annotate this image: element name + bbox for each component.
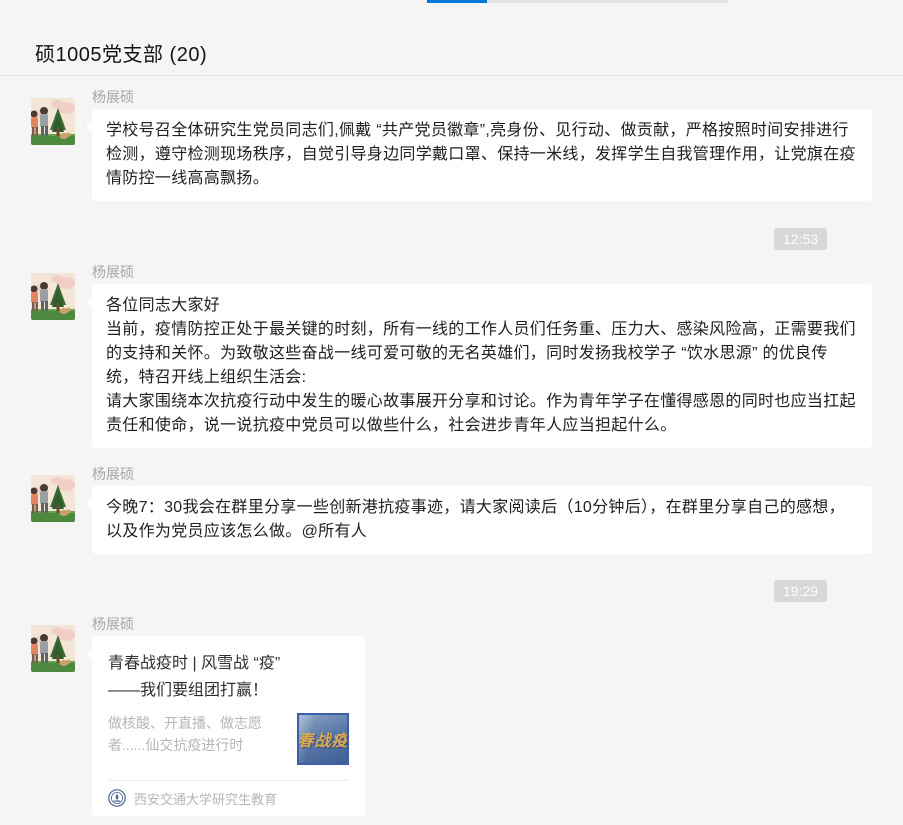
avatar[interactable] [31,98,75,145]
sender-name: 杨展硕 [92,263,872,281]
avatar-illustration [31,625,75,672]
message-bubble: 今晚7：30我会在群里分享一些创新港抗疫事迹，请大家阅读后（10分钟后），在群里… [92,486,872,554]
top-scroll-indicator [427,0,487,3]
avatar-illustration [31,475,75,522]
timestamp-badge: 19:29 [774,580,827,602]
article-title: 青春战疫时 | 风雪战 “疫” ——我们要组团打赢！ [108,650,349,704]
university-logo-icon [108,789,126,807]
chat-area: 杨展硕 学校号召全体研究生党员同志们,佩戴 “共产党员徽章”,亮身份、见行动、做… [0,88,903,816]
chat-message: 杨展硕 各位同志大家好 当前，疫情防控正处于最关键的时刻，所有一线的工作人员们任… [31,263,903,448]
chat-message: 杨展硕 青春战疫时 | 风雪战 “疫” ——我们要组团打赢！ 做核酸、开直播、做… [31,615,903,816]
sender-name: 杨展硕 [92,465,872,483]
avatar[interactable] [31,475,75,522]
message-bubble: 学校号召全体研究生党员同志们,佩戴 “共产党员徽章”,亮身份、见行动、做贡献，严… [92,109,872,201]
group-title: 硕1005党支部 (20) [35,38,903,67]
sender-name: 杨展硕 [92,88,872,106]
avatar-illustration [31,273,75,320]
chat-message: 杨展硕 今晚7：30我会在群里分享一些创新港抗疫事迹，请大家阅读后（10分钟后）… [31,465,903,554]
message-bubble: 各位同志大家好 当前，疫情防控正处于最关键的时刻，所有一线的工作人员们任务重、压… [92,284,872,448]
article-thumbnail-text: 春战疫 [298,727,349,751]
article-card[interactable]: 青春战疫时 | 风雪战 “疫” ——我们要组团打赢！ 做核酸、开直播、做志愿者.… [92,636,365,816]
sender-name: 杨展硕 [92,615,365,633]
article-description: 做核酸、开直播、做志愿者......仙交抗疫进行时 [108,712,280,756]
chat-message: 杨展硕 学校号召全体研究生党员同志们,佩戴 “共产党员徽章”,亮身份、见行动、做… [31,88,903,201]
avatar[interactable] [31,625,75,672]
article-thumbnail: 春战疫 [297,713,349,765]
chat-header: 硕1005党支部 (20) [0,0,903,76]
timestamp-badge: 12:53 [774,228,827,250]
avatar-illustration [31,98,75,145]
avatar[interactable] [31,273,75,320]
article-source: 西安交通大学研究生教育 [134,789,277,808]
